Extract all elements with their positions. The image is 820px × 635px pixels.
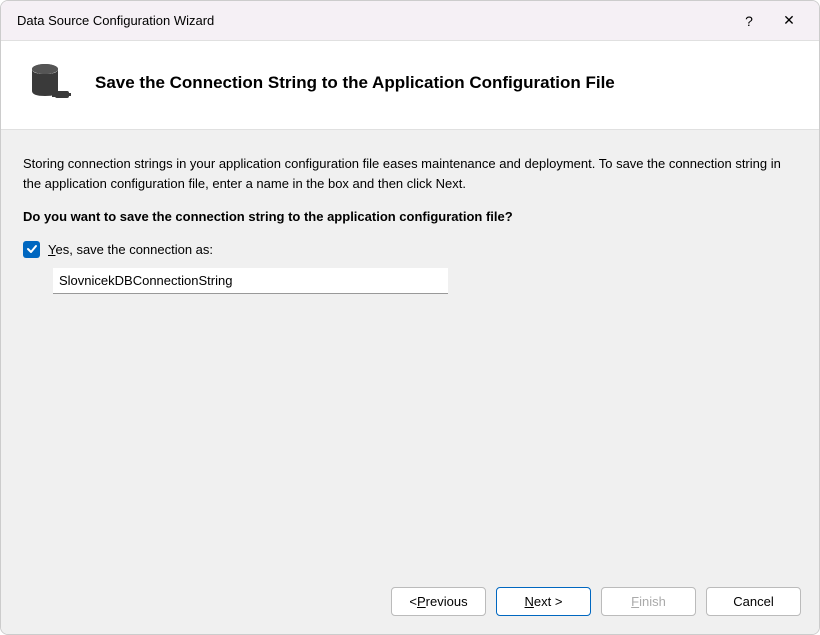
window-title: Data Source Configuration Wizard: [11, 13, 729, 28]
close-button[interactable]: ✕: [769, 1, 809, 41]
wizard-header: Save the Connection String to the Applic…: [1, 41, 819, 130]
connection-name-input[interactable]: [53, 268, 448, 294]
checkmark-icon: [26, 243, 38, 255]
wizard-step-title: Save the Connection String to the Applic…: [95, 73, 615, 93]
cancel-button[interactable]: Cancel: [706, 587, 801, 616]
wizard-window: Data Source Configuration Wizard ? ✕ Sav…: [0, 0, 820, 635]
save-connection-label: Yes, save the connection as:: [48, 242, 213, 257]
titlebar: Data Source Configuration Wizard ? ✕: [1, 1, 819, 41]
database-icon: [25, 59, 73, 107]
finish-button: Finish: [601, 587, 696, 616]
wizard-footer: < Previous Next > Finish Cancel: [1, 571, 819, 634]
save-connection-checkbox[interactable]: [23, 241, 40, 258]
intro-text: Storing connection strings in your appli…: [23, 154, 797, 193]
help-button[interactable]: ?: [729, 1, 769, 41]
help-icon: ?: [745, 13, 753, 29]
question-text: Do you want to save the connection strin…: [23, 207, 797, 227]
close-icon: ✕: [783, 12, 795, 29]
save-connection-checkbox-row: Yes, save the connection as:: [23, 241, 797, 258]
next-button[interactable]: Next >: [496, 587, 591, 616]
previous-button[interactable]: < Previous: [391, 587, 486, 616]
connection-name-input-wrapper: [53, 268, 797, 294]
wizard-content: Storing connection strings in your appli…: [1, 130, 819, 571]
